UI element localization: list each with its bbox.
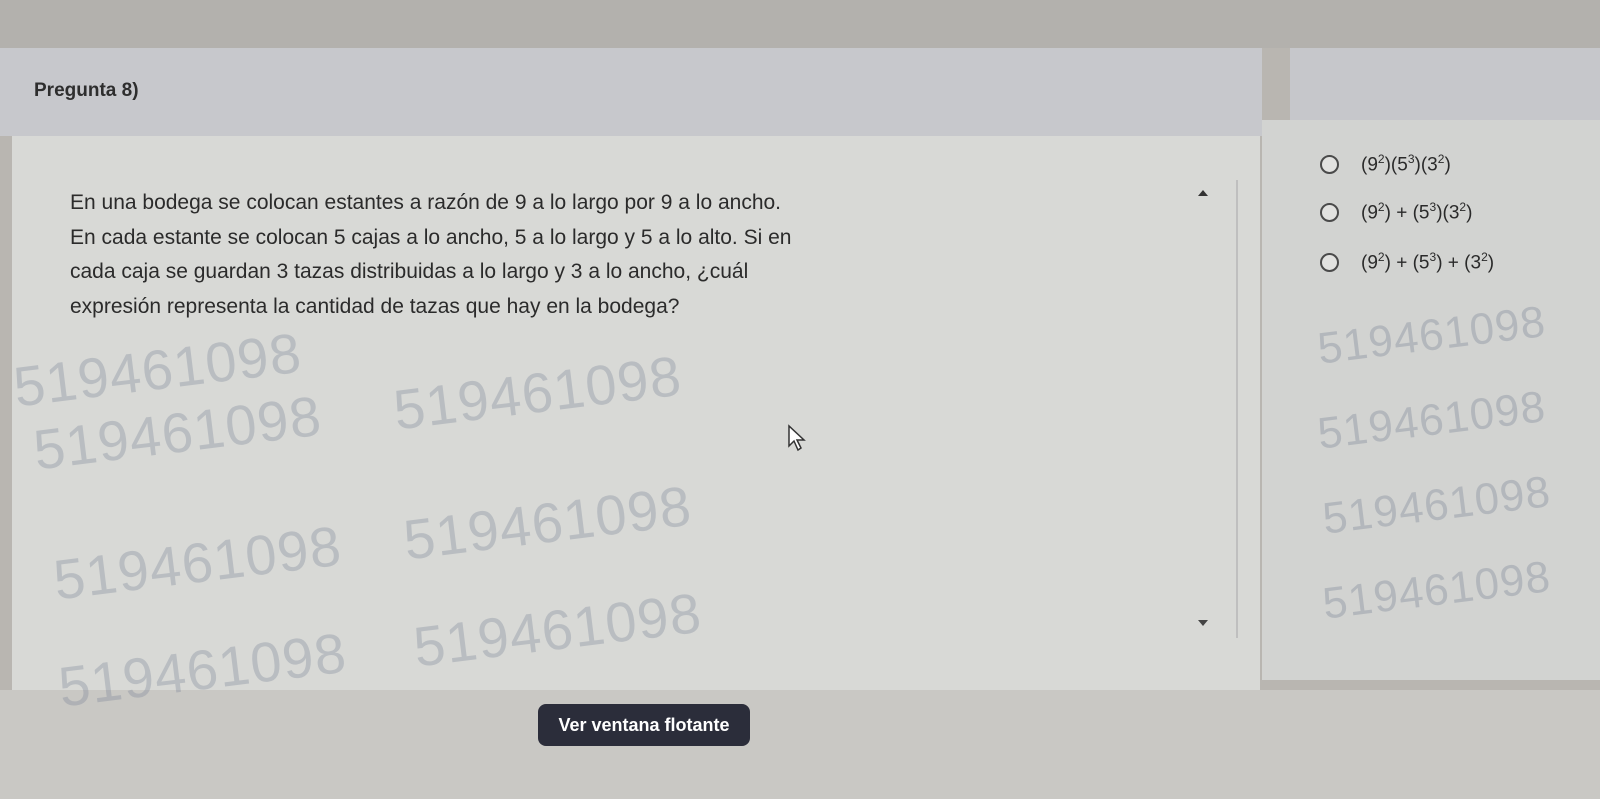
answer-option-2[interactable]: (92) + (53)(32)	[1320, 200, 1472, 224]
question-header	[0, 48, 1262, 136]
question-title: Pregunta 8)	[34, 80, 139, 101]
options-header	[1290, 48, 1600, 120]
radio-button[interactable]	[1320, 252, 1339, 272]
mouse-pointer-icon	[788, 424, 806, 452]
radio-button[interactable]	[1320, 154, 1339, 174]
question-text: En una bodega se colocan estantes a razó…	[70, 186, 1130, 324]
option-expression: (92)(53)(32)	[1361, 152, 1451, 176]
answer-option-3[interactable]: (92) + (53) + (32)	[1320, 250, 1494, 274]
question-line: cada caja se guardan 3 tazas distribuida…	[70, 260, 749, 283]
bottom-bar	[0, 690, 1600, 799]
question-line: En una bodega se colocan estantes a razó…	[70, 191, 782, 214]
option-expression: (92) + (53) + (32)	[1361, 250, 1495, 274]
radio-button[interactable]	[1320, 202, 1339, 222]
scroll-track[interactable]	[1236, 180, 1238, 638]
floating-window-button[interactable]: Ver ventana flotante	[538, 704, 750, 746]
scroll-up-arrow-icon[interactable]	[1198, 190, 1208, 196]
question-line: En cada estante se colocan 5 cajas a lo …	[70, 225, 792, 249]
answer-option-1[interactable]: (92)(53)(32)	[1320, 152, 1451, 176]
top-strip	[0, 0, 1600, 48]
option-expression: (92) + (53)(32)	[1361, 200, 1473, 224]
scroll-down-arrow-icon[interactable]	[1198, 620, 1208, 626]
question-line: expresión representa la cantidad de taza…	[70, 294, 680, 318]
question-scrollbar[interactable]	[1176, 180, 1238, 638]
